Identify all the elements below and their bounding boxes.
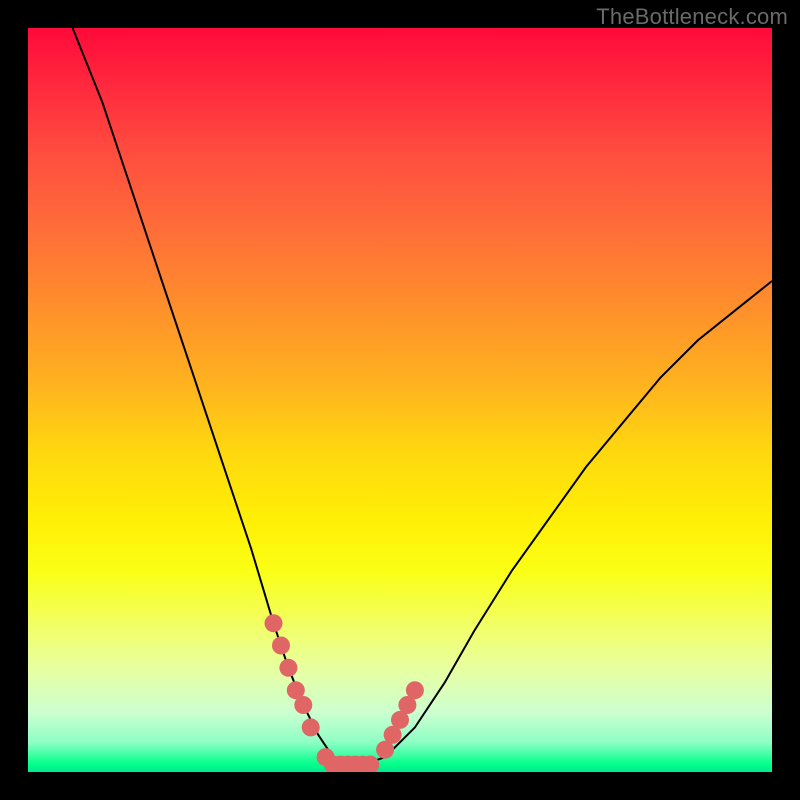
watermark-text: TheBottleneck.com [596, 4, 788, 30]
chart-svg [28, 28, 772, 772]
highlight-marker [272, 637, 290, 655]
highlight-marker [302, 718, 320, 736]
highlight-markers [265, 614, 424, 772]
highlight-marker [406, 681, 424, 699]
curve-path [73, 28, 772, 765]
highlight-marker [265, 614, 283, 632]
chart-frame: TheBottleneck.com [0, 0, 800, 800]
bottleneck-curve [73, 28, 772, 765]
highlight-marker [279, 659, 297, 677]
highlight-marker [294, 696, 312, 714]
chart-plot-area [28, 28, 772, 772]
